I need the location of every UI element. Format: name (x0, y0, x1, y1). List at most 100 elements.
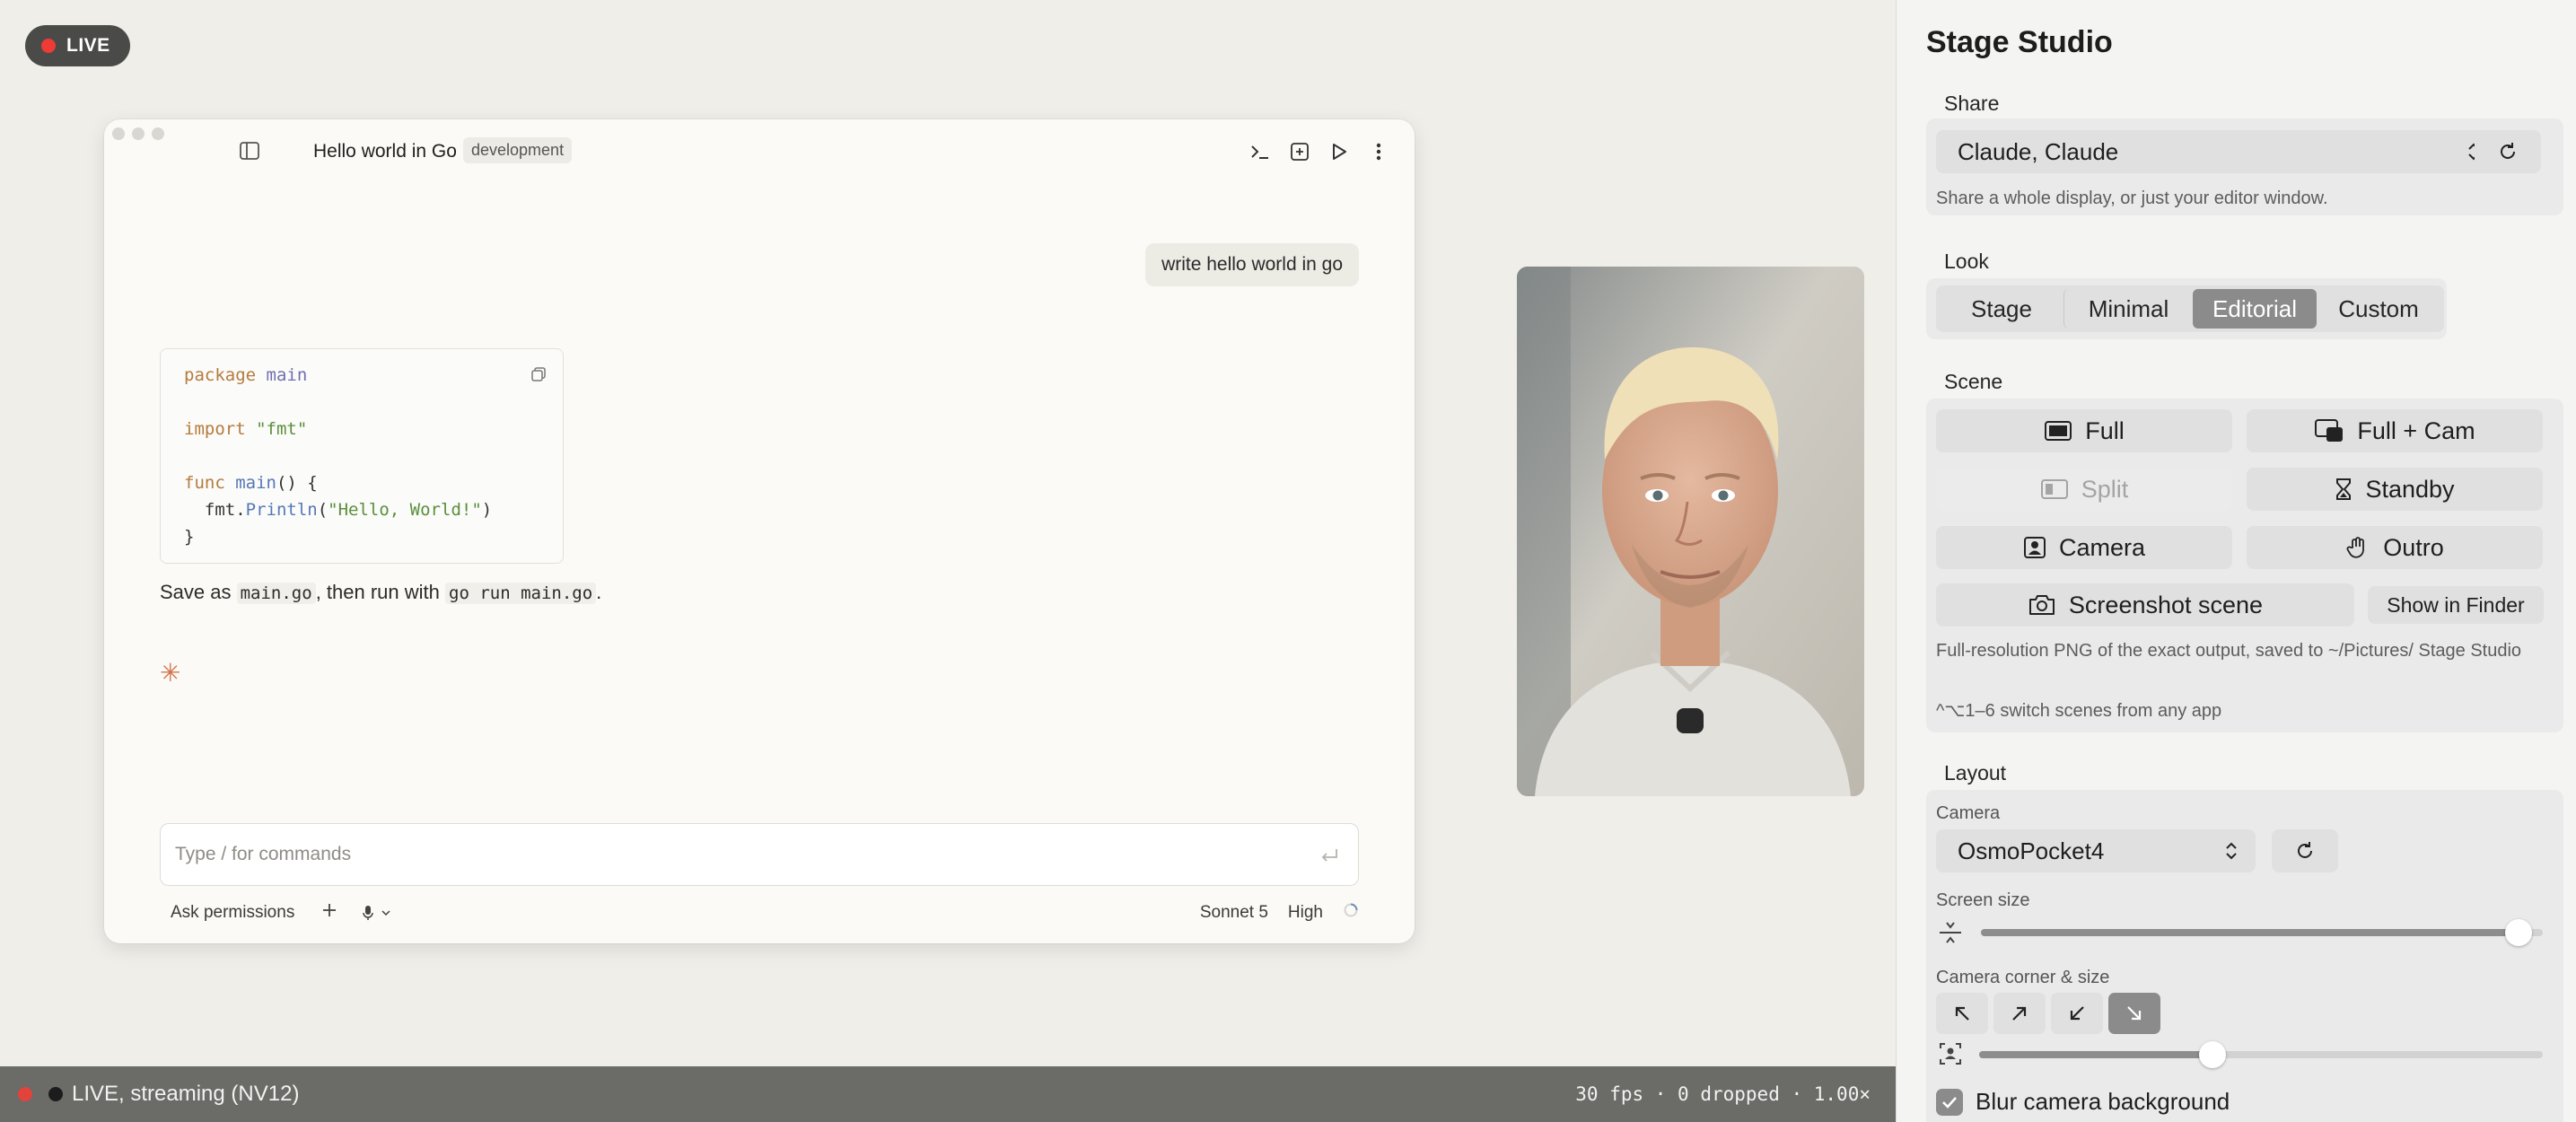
effort-selector[interactable]: High (1288, 903, 1323, 923)
sidebar-toggle-icon[interactable] (239, 141, 262, 162)
corner-bottom-left-button[interactable] (2051, 993, 2103, 1034)
share-source-value: Claude, Claude (1958, 137, 2119, 165)
full-cam-icon (2315, 419, 2344, 442)
arrow-up-right-icon (2012, 1006, 2027, 1021)
look-segmented-control: Stage Minimal Editorial Custom (1936, 285, 2444, 332)
stream-status: LIVE, streaming (NV12) (72, 1082, 300, 1106)
editor-window: Hello world in Go development write hell… (104, 119, 1415, 943)
thinking-spinner-icon: ✳ (160, 659, 181, 687)
blur-background-checkbox[interactable] (1936, 1088, 1963, 1116)
share-hint: Share a whole display, or just your edit… (1936, 188, 2328, 208)
scene-camera-button[interactable]: Camera (1936, 526, 2232, 569)
panel-title: Stage Studio (1926, 25, 2113, 59)
screen-size-label: Screen size (1936, 890, 2030, 910)
look-option-minimal[interactable]: Minimal (2063, 289, 2193, 329)
user-message: write hello world in go (1145, 243, 1359, 286)
composer-toolbar: Ask permissions Sonnet 5 High (160, 898, 1359, 927)
camera-icon (2028, 595, 2055, 615)
person-frame-icon (2023, 537, 2046, 558)
blur-background-row[interactable]: Blur camera background (1936, 1088, 2230, 1116)
corner-bottom-right-button[interactable] (2108, 993, 2160, 1034)
camera-label: Camera (1936, 803, 2001, 823)
code-line: package main (184, 365, 308, 385)
inline-code-command: go run main.go (445, 583, 597, 604)
waving-hand-icon (2346, 537, 2365, 558)
hourglass-icon (2336, 478, 2352, 500)
screen-size-icon (1938, 920, 1963, 950)
live-label: LIVE (66, 35, 110, 56)
status-bar: LIVE, streaming (NV12) 30 fps · 0 droppe… (0, 1066, 1896, 1122)
scene-outro-button[interactable]: Outro (2247, 526, 2543, 569)
look-option-stage[interactable]: Stage (1940, 289, 2063, 329)
corner-top-left-button[interactable] (1936, 993, 1988, 1034)
chevron-down-icon (381, 910, 390, 916)
slider-thumb[interactable] (2505, 919, 2533, 946)
split-icon (2040, 479, 2068, 499)
submit-icon[interactable] (1319, 846, 1340, 865)
camera-corner-selector (1936, 993, 2160, 1034)
scene-section-label: Scene (1944, 370, 2003, 393)
corner-top-right-button[interactable] (1993, 993, 2046, 1034)
microphone-icon[interactable] (361, 904, 391, 922)
camera-preview (1517, 267, 1864, 796)
refresh-icon (2298, 842, 2312, 858)
camera-select-value: OsmoPocket4 (1958, 837, 2105, 864)
code-line: } (184, 527, 195, 547)
camera-size-icon (1938, 1041, 1963, 1071)
copy-code-icon[interactable] (530, 364, 547, 381)
permissions-mode-button[interactable]: Ask permissions (171, 903, 294, 923)
screenshot-scene-button[interactable]: Screenshot scene (1936, 583, 2354, 627)
preview-panel-icon[interactable] (1287, 139, 1312, 164)
inline-code-file: main.go (236, 583, 316, 604)
prompt-input[interactable] (175, 840, 1306, 869)
stage-preview: LIVE Hello world in Go development write… (0, 0, 1896, 1122)
live-badge: LIVE (25, 25, 130, 66)
arrow-down-left-icon (2070, 1006, 2084, 1021)
scene-full-cam-button[interactable]: Full + Cam (2247, 409, 2543, 452)
scene-full-button[interactable]: Full (1936, 409, 2232, 452)
screen-size-slider[interactable] (1981, 919, 2543, 946)
header-actions (1248, 139, 1391, 164)
terminal-icon[interactable] (1248, 139, 1273, 164)
layout-section-label: Layout (1944, 761, 2007, 785)
share-source-select[interactable]: Claude, Claude (1936, 130, 2498, 173)
stream-stats: 30 fps · 0 dropped · 1.00× (1575, 1083, 1871, 1105)
more-options-icon[interactable] (1366, 139, 1391, 164)
loading-spinner-icon (1343, 902, 1359, 924)
show-in-finder-button[interactable]: Show in Finder (2368, 586, 2544, 624)
add-attachment-icon[interactable] (321, 902, 337, 924)
refresh-icon (2501, 143, 2515, 159)
camera-select[interactable]: OsmoPocket4 (1936, 829, 2256, 872)
model-selector[interactable]: Sonnet 5 (1200, 903, 1268, 923)
look-option-editorial[interactable]: Editorial (2193, 289, 2317, 329)
assistant-answer: Save as main.go, then run with go run ma… (160, 581, 602, 604)
stream-indicator-icon (48, 1087, 63, 1101)
prompt-box[interactable] (160, 823, 1359, 886)
conversation-title: Hello world in Go (313, 141, 457, 162)
scene-standby-button[interactable]: Standby (2247, 468, 2543, 511)
code-line: import "fmt" (184, 419, 308, 439)
checkmark-icon (1942, 1096, 1957, 1109)
full-screen-icon (2045, 421, 2072, 441)
run-icon[interactable] (1327, 139, 1352, 164)
look-option-custom[interactable]: Custom (2317, 289, 2440, 329)
camera-corner-label: Camera corner & size (1936, 968, 2110, 987)
code-line: func main() { (184, 473, 318, 493)
code-line: fmt.Println("Hello, World!") (184, 500, 493, 520)
look-section-label: Look (1944, 250, 1989, 273)
stage-studio-panel: Stage Studio Share Claude, Claude Share … (1896, 0, 2576, 1122)
shortcut-hint: ^⌥1–6 switch scenes from any app (1936, 701, 2222, 721)
scene-split-button[interactable]: Split (1936, 468, 2232, 511)
screenshot-hint: Full-resolution PNG of the exact output,… (1936, 641, 2522, 661)
environment-badge: development (463, 137, 573, 163)
live-dot-icon (41, 39, 56, 53)
blur-background-label: Blur camera background (1976, 1088, 2230, 1115)
updown-chevron-icon (2226, 842, 2237, 860)
window-header: Hello world in Go development (104, 119, 1415, 188)
camera-size-slider[interactable] (1979, 1041, 2543, 1068)
refresh-share-button[interactable] (2475, 130, 2541, 173)
slider-thumb[interactable] (2199, 1041, 2227, 1068)
refresh-camera-button[interactable] (2272, 829, 2338, 872)
